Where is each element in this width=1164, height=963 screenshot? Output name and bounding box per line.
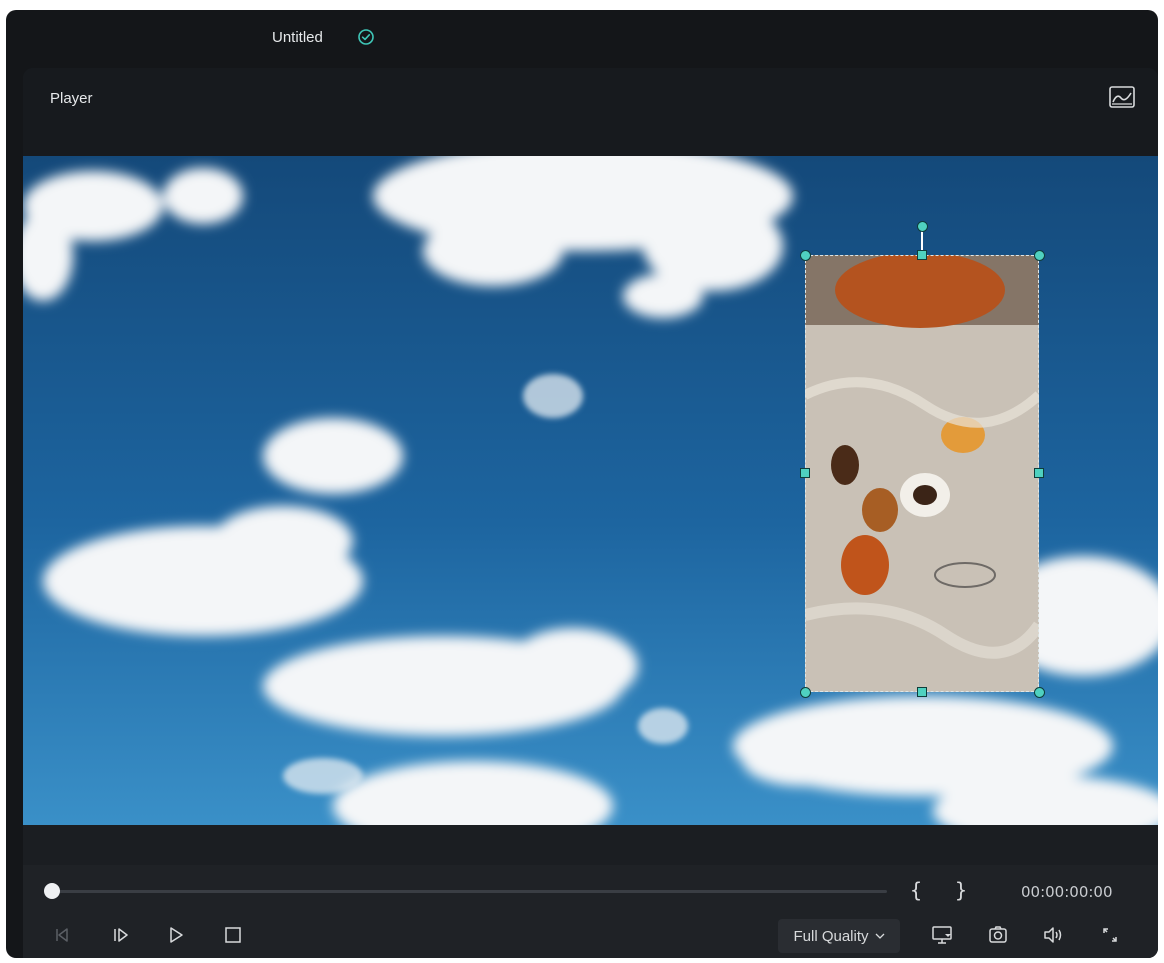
title-bar: Untitled: [6, 10, 1158, 66]
mark-in-button[interactable]: {: [910, 878, 922, 902]
fullscreen-icon: [1103, 928, 1117, 942]
volume-icon: [1044, 927, 1062, 943]
stop-icon: [225, 927, 241, 943]
waveform-scope-icon[interactable]: [1108, 85, 1136, 111]
volume-button[interactable]: [1040, 922, 1066, 948]
editor-window: Untitled Player {} 00:00:00:00 Full Qua…: [6, 10, 1158, 958]
progress-track[interactable]: [52, 890, 887, 893]
corner-handle-top-right[interactable]: [1034, 250, 1045, 261]
player-header: Player: [23, 68, 1158, 156]
previous-frame-button[interactable]: [50, 922, 76, 948]
mark-out-button[interactable]: }: [955, 878, 967, 902]
rotate-handle[interactable]: [917, 221, 928, 232]
edge-handle-top[interactable]: [917, 250, 927, 260]
fullscreen-button[interactable]: [1097, 922, 1123, 948]
video-preview[interactable]: [23, 156, 1158, 825]
corner-handle-bottom-left[interactable]: [800, 687, 811, 698]
corner-handle-bottom-right[interactable]: [1034, 687, 1045, 698]
quality-label: Full Quality: [793, 927, 869, 945]
project-title: Untitled: [272, 29, 323, 46]
display-settings-button[interactable]: [929, 922, 955, 948]
player-panel: Player {} 00:00:00:00 Full Quality: [23, 68, 1158, 958]
previous-frame-icon: [56, 928, 68, 942]
overlay-clip-breakfast[interactable]: [805, 255, 1039, 692]
corner-handle-top-left[interactable]: [800, 250, 811, 261]
progress-thumb[interactable]: [44, 883, 60, 899]
play-button[interactable]: [163, 922, 189, 948]
edge-handle-right[interactable]: [1034, 468, 1044, 478]
panel-title: Player: [50, 90, 93, 107]
snapshot-button[interactable]: [985, 922, 1011, 948]
timecode: 00:00:00:00: [1021, 883, 1113, 901]
playback-controls: { } 00:00:00:00 Full Quality: [23, 865, 1158, 958]
edge-handle-bottom[interactable]: [917, 687, 927, 697]
display-icon: [932, 926, 952, 944]
camera-icon: [989, 926, 1007, 943]
stop-button[interactable]: [220, 922, 246, 948]
play-icon: [170, 927, 183, 943]
edge-handle-left[interactable]: [800, 468, 810, 478]
check-circle-icon: [358, 29, 374, 45]
quality-dropdown[interactable]: Full Quality: [778, 919, 900, 953]
breakfast-photo-image: [805, 255, 1039, 692]
next-frame-button[interactable]: [108, 922, 134, 948]
next-frame-icon: [114, 928, 128, 942]
chevron-down-icon: [875, 933, 884, 939]
